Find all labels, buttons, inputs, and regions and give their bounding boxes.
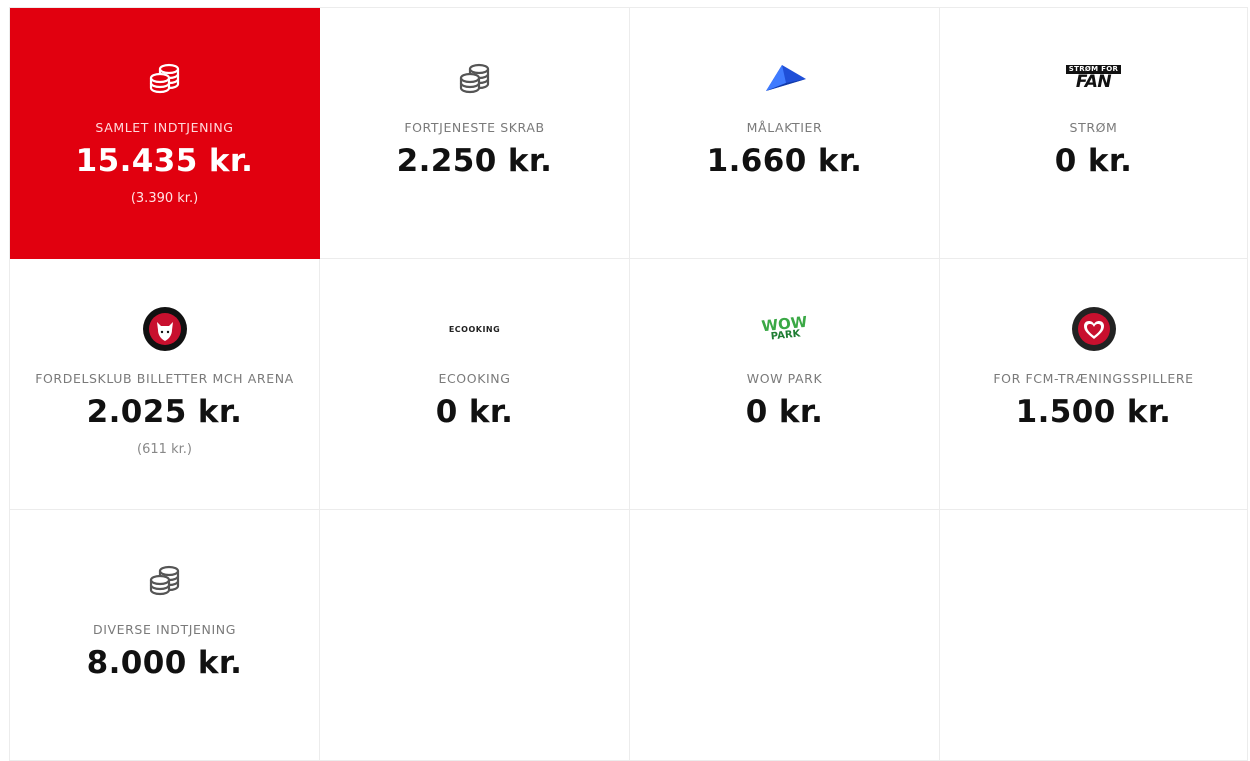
empty-cell	[940, 510, 1248, 761]
card-value: 0 kr.	[1054, 143, 1133, 179]
card-strom: STRØM FOR FAN STRØM 0 kr.	[940, 8, 1248, 259]
card-label: WOW PARK	[746, 371, 823, 386]
card-samlet-indtjening: SAMLET INDTJENING 15.435 kr. (3.390 kr.)	[10, 8, 320, 259]
coins-icon	[10, 55, 319, 101]
heart-crest-icon	[940, 306, 1247, 352]
card-fordelsklub-billetter: FORDELSKLUB BILLETTER MCH ARENA 2.025 kr…	[10, 259, 320, 510]
card-label: FORTJENESTE SKRAB	[404, 120, 545, 135]
card-label: FOR FCM-TRÆNINGSSPILLERE	[993, 371, 1194, 386]
card-diverse-indtjening: DIVERSE INDTJENING 8.000 kr.	[10, 510, 320, 761]
coins-icon	[10, 557, 319, 603]
strom-for-fan-logo-icon: STRØM FOR FAN	[940, 55, 1247, 101]
malaktier-logo-icon	[630, 55, 939, 101]
card-malaktier: MÅLAKTIER 1.660 kr.	[630, 8, 940, 259]
card-label: ECOOKING	[438, 371, 511, 386]
card-label: DIVERSE INDTJENING	[92, 622, 236, 637]
card-label: STRØM	[1069, 120, 1118, 135]
card-value: 2.250 kr.	[396, 143, 553, 179]
card-wow-park: WOW PARK WOW PARK 0 kr.	[630, 259, 940, 510]
earnings-grid: SAMLET INDTJENING 15.435 kr. (3.390 kr.)…	[9, 7, 1248, 761]
card-value: 2.025 kr.	[86, 394, 243, 430]
empty-cell	[630, 510, 940, 761]
card-value: 1.660 kr.	[706, 143, 863, 179]
card-value: 0 kr.	[745, 394, 824, 430]
logo-text-bottom: FAN	[1075, 72, 1112, 92]
card-subvalue: (611 kr.)	[137, 442, 192, 457]
card-label: SAMLET INDTJENING	[95, 120, 234, 135]
card-value: 8.000 kr.	[86, 645, 243, 681]
wow-park-logo-icon: WOW PARK	[630, 306, 939, 352]
card-fcm-traeningsspillere: FOR FCM-TRÆNINGSSPILLERE 1.500 kr.	[940, 259, 1248, 510]
ecooking-logo-icon: ECOOKING	[320, 306, 629, 352]
logo-text-bottom: PARK	[769, 328, 801, 343]
card-ecooking: ECOOKING ECOOKING 0 kr.	[320, 259, 630, 510]
empty-cell	[320, 510, 630, 761]
card-subvalue: (3.390 kr.)	[130, 191, 199, 206]
card-label: MÅLAKTIER	[746, 120, 823, 135]
card-value: 0 kr.	[435, 394, 514, 430]
card-value: 1.500 kr.	[1015, 394, 1172, 430]
logo-text: ECOOKING	[448, 324, 501, 334]
card-value: 15.435 kr.	[75, 143, 254, 179]
card-label: FORDELSKLUB BILLETTER MCH ARENA	[35, 371, 294, 386]
fc-midtjylland-crest-icon	[10, 306, 319, 352]
coins-icon	[320, 55, 629, 101]
card-fortjeneste-skrab: FORTJENESTE SKRAB 2.250 kr.	[320, 8, 630, 259]
